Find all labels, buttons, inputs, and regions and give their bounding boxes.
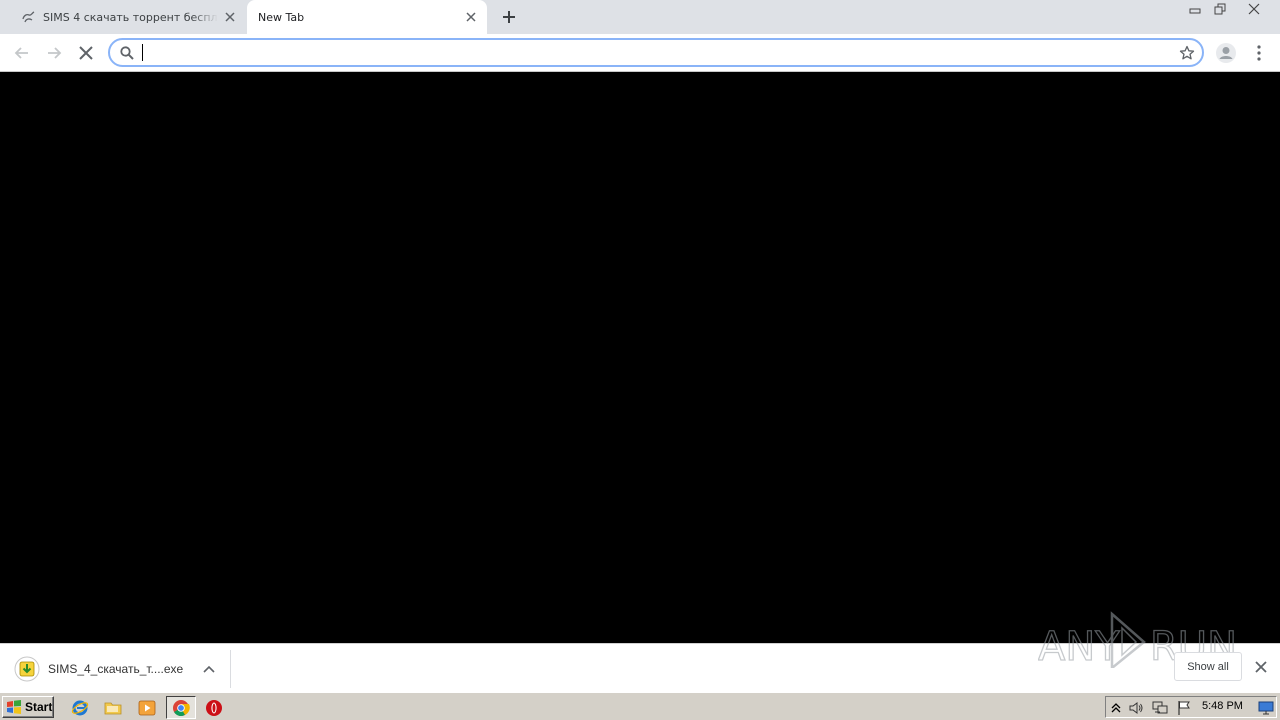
opera-icon	[206, 700, 222, 716]
close-icon	[1248, 3, 1260, 15]
internet-explorer-button[interactable]	[70, 698, 90, 718]
restore-icon	[1214, 3, 1226, 15]
browser-toolbar	[0, 34, 1280, 72]
chrome-taskbar-button[interactable]	[166, 696, 196, 719]
forward-button[interactable]	[41, 40, 67, 66]
clock[interactable]: 5:48 PM	[1202, 700, 1243, 712]
chrome-icon	[173, 699, 190, 716]
network-button[interactable]	[1152, 700, 1168, 716]
internet-explorer-icon	[71, 700, 89, 716]
more-vertical-icon	[1257, 45, 1261, 61]
action-center-button[interactable]	[1176, 700, 1192, 716]
address-input[interactable]	[141, 43, 1151, 62]
close-download-shelf-button[interactable]	[1253, 659, 1269, 675]
arrow-left-icon	[14, 47, 28, 59]
chevron-up-icon	[1111, 703, 1121, 713]
windows-logo-icon	[7, 700, 21, 714]
opera-button[interactable]	[204, 698, 224, 718]
stop-loading-button[interactable]	[73, 40, 99, 66]
media-player-button[interactable]	[137, 698, 157, 718]
start-label: Start	[25, 700, 53, 714]
window-close-button[interactable]	[1234, 0, 1274, 18]
close-icon	[79, 46, 93, 60]
volume-button[interactable]	[1128, 700, 1144, 716]
download-options-button[interactable]	[200, 660, 218, 678]
close-tab-icon[interactable]	[222, 9, 238, 25]
speaker-icon	[1129, 702, 1143, 714]
tab-sims[interactable]: SIMS 4 скачать торрент бесплатно	[8, 0, 246, 34]
tab-title: SIMS 4 скачать торрент бесплатно	[43, 10, 218, 24]
browser-menu-button[interactable]	[1246, 40, 1272, 66]
folder-icon	[104, 702, 122, 715]
arrow-right-icon	[48, 47, 62, 59]
show-hidden-icons-button[interactable]	[1108, 700, 1124, 716]
monitor-icon	[1258, 701, 1274, 715]
page-content	[0, 72, 1280, 643]
installer-download-icon	[14, 656, 40, 682]
tab-title: New Tab	[258, 10, 305, 24]
new-tab-button[interactable]	[499, 7, 519, 27]
network-icon	[1152, 701, 1168, 714]
system-tray: 5:48 PM	[1105, 696, 1277, 718]
flag-icon	[1178, 701, 1190, 715]
media-player-icon	[138, 700, 156, 716]
divider	[230, 650, 231, 688]
profile-button[interactable]	[1213, 40, 1239, 66]
show-desktop-button[interactable]	[1258, 700, 1274, 716]
restore-button[interactable]	[1209, 0, 1231, 18]
back-button[interactable]	[9, 40, 35, 66]
windows-taskbar: Start 5:48 PM	[0, 692, 1280, 720]
search-icon	[120, 46, 134, 60]
avatar-icon	[1216, 43, 1236, 63]
minimize-icon	[1189, 8, 1201, 14]
sims-plumbob-icon	[22, 11, 35, 23]
address-bar[interactable]	[108, 38, 1204, 67]
bookmark-star-icon[interactable]	[1179, 45, 1195, 61]
explorer-button[interactable]	[103, 698, 123, 718]
show-all-downloads-button[interactable]: Show all	[1174, 652, 1242, 681]
minimize-button[interactable]	[1184, 0, 1206, 18]
close-icon	[1255, 661, 1267, 673]
download-filename: SIMS_4_скачать_т....exe	[48, 662, 184, 676]
tab-strip: SIMS 4 скачать торрент бесплатно New Tab	[0, 0, 1280, 34]
close-tab-icon[interactable]	[463, 9, 479, 25]
chevron-up-icon	[203, 665, 215, 673]
start-button[interactable]: Start	[2, 696, 54, 718]
download-shelf: SIMS_4_скачать_т....exe	[0, 643, 1280, 692]
text-caret	[142, 44, 143, 61]
plus-icon	[503, 11, 515, 23]
tab-new-tab[interactable]: New Tab	[247, 0, 487, 34]
download-item[interactable]: SIMS_4_скачать_т....exe	[8, 650, 230, 688]
